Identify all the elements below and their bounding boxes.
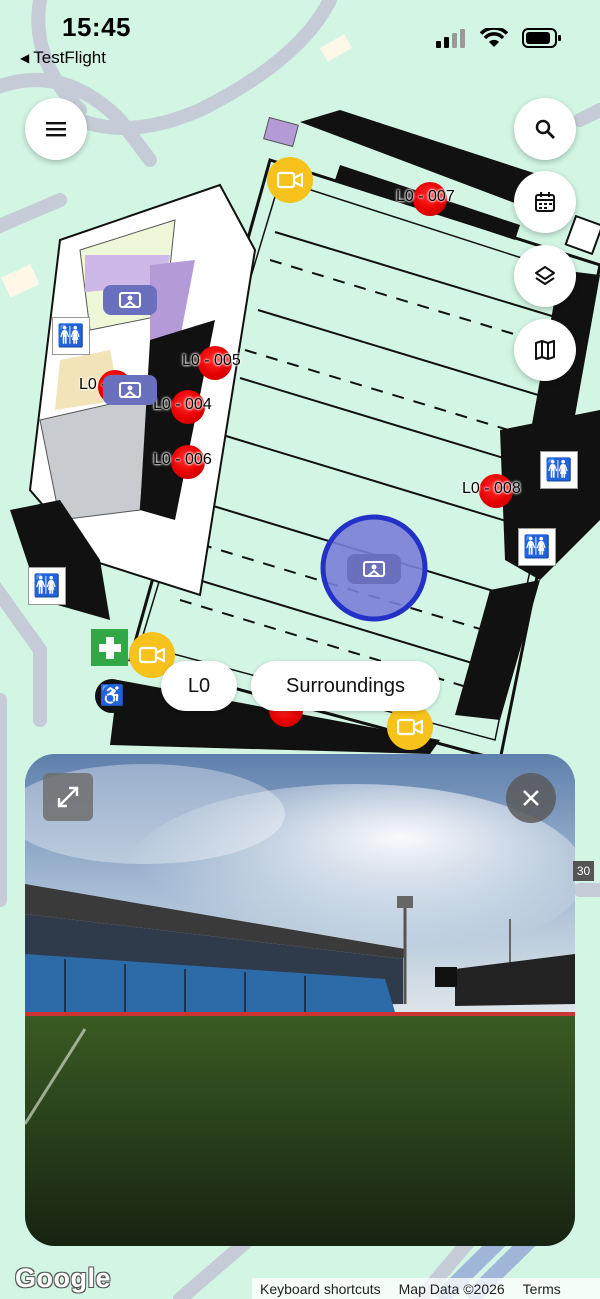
map-attribution-bar: Keyboard shortcuts Map Data ©2026 Terms (252, 1278, 600, 1299)
map-view-button[interactable] (514, 319, 576, 381)
close-street-view-button[interactable] (506, 773, 556, 823)
back-to-testflight[interactable]: ◀ TestFlight (20, 48, 106, 68)
video-camera-icon (277, 171, 303, 189)
sensor-marker[interactable]: L0 - 004 (153, 390, 212, 424)
wifi-icon (480, 28, 508, 47)
panorama-360-icon (119, 382, 141, 398)
map-icon (535, 340, 555, 360)
battery-icon (522, 28, 561, 48)
marker-label: L0 - 004 (153, 396, 212, 413)
marker-label: L0 - 006 (153, 451, 212, 468)
surroundings-button[interactable]: Surroundings (251, 661, 440, 711)
panorama-marker[interactable] (103, 375, 157, 405)
restroom-icon: 🚻 (57, 323, 85, 348)
status-time: 15:45 (62, 12, 131, 42)
restroom-marker[interactable]: 🚻 (28, 567, 66, 605)
panorama-360-icon (363, 561, 385, 577)
back-label: TestFlight (33, 48, 106, 67)
first-aid-marker[interactable] (91, 629, 128, 666)
surroundings-label: Surroundings (286, 674, 405, 697)
hamburger-icon (46, 122, 66, 137)
restroom-icon: 🚻 (33, 573, 61, 598)
street-view-panel[interactable] (25, 754, 575, 1246)
sensor-marker[interactable]: L0 - 008 (462, 474, 521, 508)
menu-button[interactable] (25, 98, 87, 160)
marker-label: L0 - 005 (182, 352, 241, 369)
video-camera-icon (397, 718, 423, 736)
expand-icon (57, 786, 79, 808)
close-icon (523, 790, 539, 806)
floor-level-button[interactable]: L0 (161, 661, 237, 711)
expand-street-view-button[interactable] (43, 773, 93, 821)
route-shield: 30 (573, 861, 594, 881)
panorama-marker-selected[interactable] (347, 554, 401, 584)
restroom-marker[interactable]: 🚻 (540, 451, 578, 489)
calendar-button[interactable] (514, 171, 576, 233)
camera-marker[interactable] (267, 157, 313, 203)
calendar-icon (535, 192, 555, 212)
accessibility-marker[interactable]: ♿ (95, 679, 129, 713)
keyboard-shortcuts-link[interactable]: Keyboard shortcuts (260, 1281, 381, 1297)
restroom-icon: 🚻 (523, 534, 551, 559)
sensor-marker[interactable]: L0 - 006 (153, 445, 212, 479)
back-arrow-icon: ◀ (20, 51, 30, 65)
wheelchair-icon: ♿ (99, 685, 125, 707)
restroom-icon: 🚻 (545, 457, 573, 482)
search-icon (535, 119, 555, 139)
restroom-marker[interactable]: 🚻 (518, 528, 556, 566)
street-view-image[interactable] (25, 754, 575, 1246)
video-camera-icon (139, 646, 165, 664)
status-icons (436, 28, 562, 48)
search-button[interactable] (514, 98, 576, 160)
floor-level-label: L0 (187, 674, 211, 697)
sensor-marker[interactable]: L0 - 007 (396, 182, 455, 216)
sensor-marker[interactable]: L0 - 005 (182, 346, 241, 380)
google-logo: Google (15, 1263, 111, 1293)
terms-link[interactable]: Terms (523, 1281, 561, 1297)
layers-button[interactable] (514, 245, 576, 307)
marker-label: L0 - 007 (396, 188, 455, 205)
cellular-signal-icon (436, 29, 465, 48)
restroom-marker[interactable]: 🚻 (52, 317, 90, 355)
panorama-marker[interactable] (103, 285, 157, 315)
panorama-360-icon (119, 292, 141, 308)
first-aid-icon (98, 636, 121, 659)
map-data-label[interactable]: Map Data ©2026 (399, 1281, 505, 1297)
marker-label: L0 - 008 (462, 480, 521, 497)
layers-icon (535, 266, 555, 285)
